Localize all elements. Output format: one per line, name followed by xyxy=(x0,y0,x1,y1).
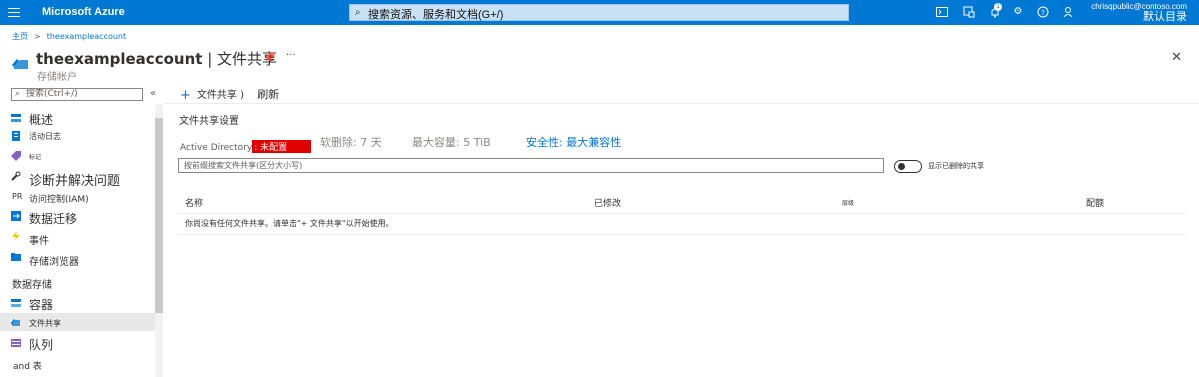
file-share-settings-row: Active Directory: 未配置 软删除: 7 天 最大容量: 5 T… xyxy=(180,135,621,154)
sidebar-item-diagnose[interactable]: 诊断并解决问题 xyxy=(0,169,155,189)
sidebar-item-overview[interactable]: 概述 xyxy=(0,110,155,128)
sidebar-item-tags[interactable]: 标记 xyxy=(0,148,155,166)
sidebar-item-queues[interactable]: 队列 xyxy=(0,335,155,353)
sidebar-item-tables[interactable]: and 表 xyxy=(0,356,155,374)
wrench-icon xyxy=(11,171,21,181)
table-empty-row: 你尚没有任何文件共享。请单击"+ 文件共享"以开始使用。 xyxy=(178,214,1186,235)
column-header-tier[interactable]: 层级 xyxy=(842,198,854,207)
search-icon: ⌕ xyxy=(355,7,361,18)
sidebar-item-iam[interactable]: PR 访问控制(IAM) xyxy=(0,189,155,207)
sidebar-item-containers[interactable]: 容器 xyxy=(0,295,155,313)
add-file-share-suffix: ) xyxy=(240,90,244,101)
collapse-sidebar-button[interactable]: « xyxy=(150,88,156,99)
container-icon xyxy=(11,298,21,308)
file-share-icon xyxy=(11,317,21,327)
file-share-settings-heading: 文件共享设置 xyxy=(179,116,239,127)
breadcrumb-separator: > xyxy=(34,32,41,41)
page-title-account: theexampleaccount xyxy=(36,50,203,68)
sidebar-item-label: 诊断并解决问题 xyxy=(29,174,121,189)
sidebar-item-label: 访问控制(IAM) xyxy=(29,195,89,205)
sidebar-item-label: 队列 xyxy=(29,338,54,352)
close-icon[interactable]: ✕ xyxy=(1171,50,1182,65)
lightning-icon xyxy=(11,231,21,241)
refresh-button[interactable]: 刷新 xyxy=(257,88,279,101)
overview-icon xyxy=(11,113,21,123)
more-options-icon[interactable]: ··· xyxy=(286,50,296,61)
help-icon[interactable]: ? xyxy=(1037,6,1049,18)
pin-icon[interactable]: 📌 xyxy=(263,53,275,64)
sidebar-item-label: 概述 xyxy=(29,113,54,127)
sidebar-item-label: and 表 xyxy=(13,362,42,372)
sidebar-item-label: 数据迁移 xyxy=(29,212,78,226)
sidebar-item-events[interactable]: 事件 xyxy=(0,229,155,247)
sidebar-search-placeholder: 搜索(Ctrl+/) xyxy=(26,89,78,99)
migration-icon xyxy=(11,211,21,221)
user-account[interactable]: chrisqpublic@contoso.com 默认目录 xyxy=(1091,2,1187,23)
sidebar-item-label: 标记 xyxy=(29,154,42,161)
queue-icon xyxy=(11,338,21,348)
directory-filter-icon[interactable] xyxy=(963,6,975,18)
sidebar-item-label: 事件 xyxy=(29,236,49,247)
user-email: chrisqpublic@contoso.com xyxy=(1091,2,1187,11)
sidebar-item-storage-explorer[interactable]: 存储浏览器 xyxy=(0,250,155,268)
search-icon: ⌕ xyxy=(15,89,21,99)
sidebar-item-file-shares[interactable]: 文件共享 xyxy=(0,313,155,331)
command-bar: + 文件共享 ) 刷新 xyxy=(180,86,279,103)
file-share-prefix-search-input[interactable]: 按前缀搜索文件共享(区分大小写) xyxy=(178,158,884,173)
sidebar-item-activity-log[interactable]: 活动日志 xyxy=(0,128,155,146)
empty-state-message: 你尚没有任何文件共享。请单击"+ 文件共享"以开始使用。 xyxy=(185,219,394,228)
hamburger-menu-icon[interactable] xyxy=(8,5,20,19)
command-bar-divider xyxy=(164,103,1199,104)
storage-explorer-icon xyxy=(11,252,21,262)
settings-gear-icon[interactable]: ⚙ xyxy=(1012,6,1024,18)
breadcrumb-home[interactable]: 主页 xyxy=(12,32,28,41)
sidebar: ⌕ 搜索(Ctrl+/) « 概述 活动日志 标记 诊断并解决问题 PR 访问控… xyxy=(0,84,164,377)
page-title: theexampleaccount | 文件共享 xyxy=(36,48,277,69)
sidebar-item-label: 容器 xyxy=(29,298,54,312)
notification-badge: 1 xyxy=(994,3,1002,11)
max-capacity-setting[interactable]: 最大容量: 5 TiB xyxy=(412,134,491,150)
file-share-icon xyxy=(12,55,30,69)
sidebar-search-input[interactable]: ⌕ 搜索(Ctrl+/) xyxy=(11,88,143,101)
table-header: 名称 已修改 层级 配额 xyxy=(178,194,1186,214)
cloud-shell-icon[interactable] xyxy=(936,6,948,18)
column-header-name[interactable]: 名称 xyxy=(185,196,203,209)
toggle-knob xyxy=(898,163,905,170)
plus-icon: + xyxy=(180,88,191,103)
breadcrumb: 主页 > theexampleaccount xyxy=(12,31,126,42)
tag-icon xyxy=(11,151,21,161)
sidebar-scrollbar-thumb[interactable] xyxy=(155,118,163,313)
brand-name[interactable]: Microsoft Azure xyxy=(42,6,125,18)
sidebar-item-data-migration[interactable]: 数据迁移 xyxy=(0,208,155,226)
column-header-quota[interactable]: 配额 xyxy=(1086,196,1104,209)
add-file-share-label: 文件共享 xyxy=(196,90,237,101)
page-subtitle: 存储帐户 xyxy=(37,72,77,83)
show-deleted-shares-label: 显示已删除的共享 xyxy=(928,162,984,170)
global-search-placeholder: 搜索资源、服务和文档(G+/) xyxy=(368,9,504,21)
add-file-share-button[interactable]: + 文件共享 ) xyxy=(180,88,244,103)
page-title-separator: | xyxy=(202,50,218,68)
column-header-modified[interactable]: 已修改 xyxy=(594,196,621,209)
active-directory-status[interactable]: : 未配置 xyxy=(252,140,312,153)
feedback-icon[interactable] xyxy=(1063,6,1075,18)
user-directory: 默认目录 xyxy=(1143,11,1187,23)
sidebar-item-label: 活动日志 xyxy=(29,132,61,141)
svg-text:?: ? xyxy=(1041,9,1045,17)
show-deleted-shares-toggle[interactable] xyxy=(894,160,922,173)
sidebar-item-label: 存储浏览器 xyxy=(29,257,79,268)
soft-delete-setting[interactable]: 软删除: 7 天 xyxy=(320,134,382,150)
sidebar-item-label: 文件共享 xyxy=(29,319,61,328)
global-search-input[interactable]: ⌕ 搜索资源、服务和文档(G+/) xyxy=(349,4,849,21)
active-directory-label[interactable]: Active Directory xyxy=(180,143,252,153)
section-data-storage: 数据存储 xyxy=(12,280,52,291)
iam-icon: PR xyxy=(12,192,23,201)
top-bar: Microsoft Azure ⌕ 搜索资源、服务和文档(G+/) 1 ⚙ ? … xyxy=(0,0,1199,25)
breadcrumb-account[interactable]: theexampleaccount xyxy=(47,32,126,41)
activity-log-icon xyxy=(11,131,21,141)
security-setting-link[interactable]: 安全性: 最大兼容性 xyxy=(526,134,621,150)
